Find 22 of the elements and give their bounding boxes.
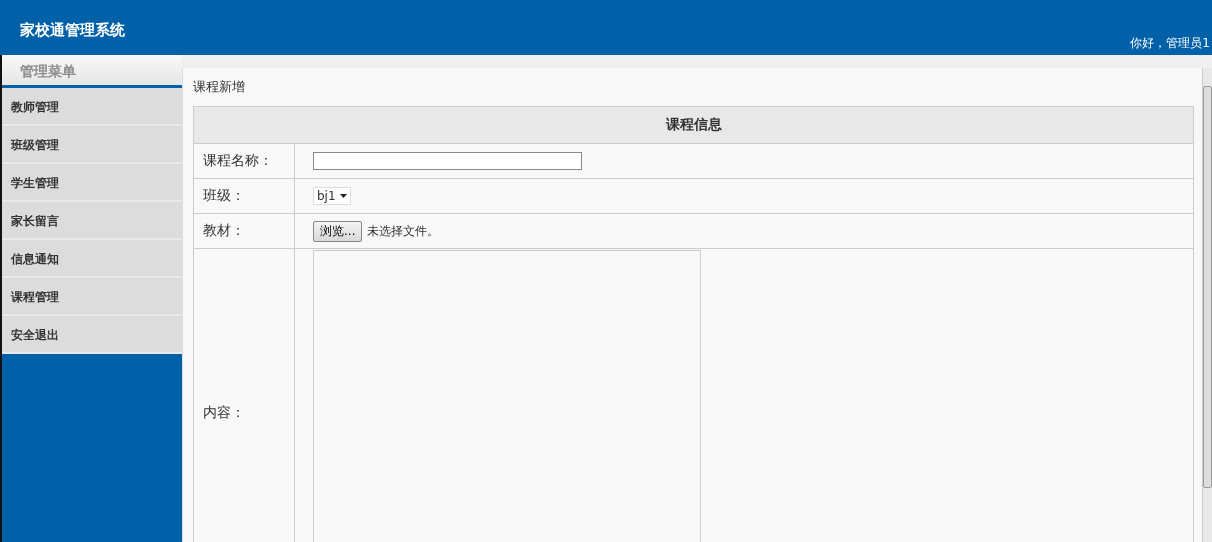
menu-item[interactable]: 班级管理 [2,126,182,164]
field-label: 课程名称： [193,143,295,179]
greeting-text: 你好，管理员1 [1130,35,1210,52]
file-status: 未选择文件。 [367,223,440,238]
menu-title: 管理菜单 [2,55,182,88]
text-input[interactable] [313,152,582,170]
menu-item[interactable]: 家长留言 [2,202,182,240]
class-dropdown[interactable]: bj1 [313,187,351,205]
menu-item[interactable]: 教师管理 [2,88,182,126]
field-label: 教材： [193,213,295,249]
menu-item[interactable]: 学生管理 [2,164,182,202]
menu-item[interactable]: 课程管理 [2,278,182,316]
menu-item[interactable]: 信息通知 [2,240,182,278]
form-heading: 课程信息 [193,106,1194,144]
browse-button[interactable]: 浏览... [313,220,363,242]
field-label: 内容： [193,248,295,542]
field-label: 班级： [193,178,295,214]
caret-icon [339,194,347,198]
scrollbar[interactable] [1202,68,1212,542]
page-title: 课程新增 [193,78,246,96]
app-title: 家校通管理系统 [20,21,125,40]
menu-item[interactable]: 安全退出 [2,316,182,354]
